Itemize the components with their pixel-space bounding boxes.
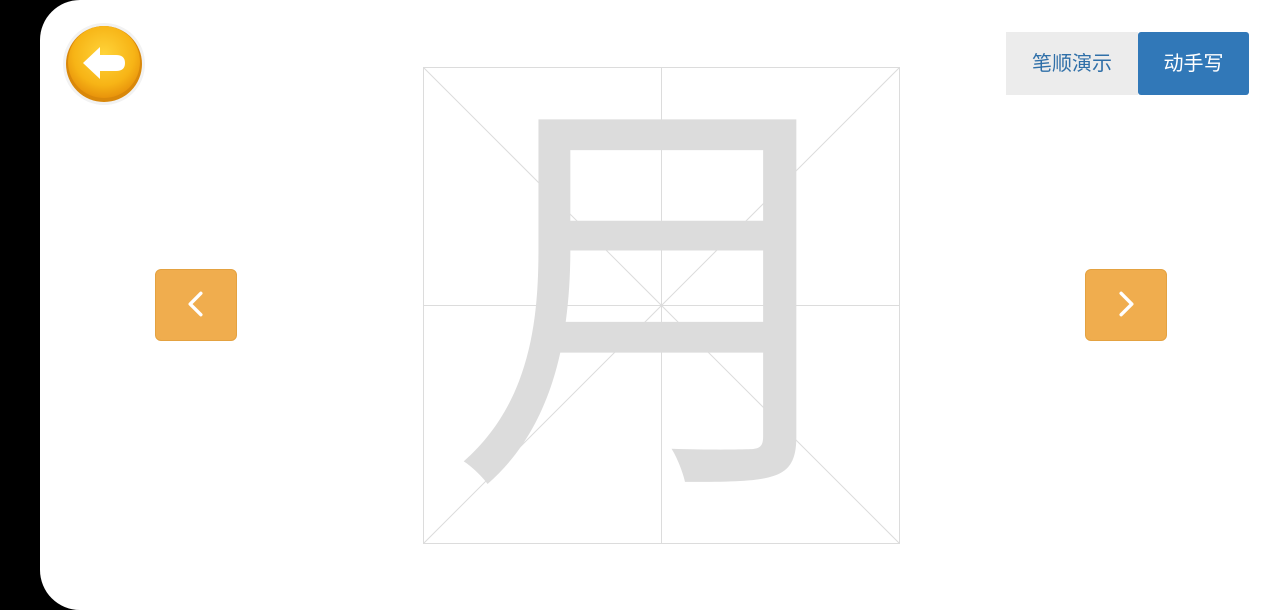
practice-character: 月 [451,61,872,550]
back-arrow-icon [63,23,145,105]
chevron-left-icon [188,291,203,317]
handwrite-button[interactable]: 动手写 [1138,32,1249,95]
previous-character-button[interactable] [155,269,237,341]
stroke-order-demo-button[interactable]: 笔顺演示 [1006,32,1138,95]
chevron-right-icon [1119,291,1134,317]
mode-toggle: 笔顺演示 动手写 [1006,32,1249,95]
back-button[interactable] [62,22,146,106]
writing-grid[interactable]: 月 [423,67,900,544]
app-screen: 笔顺演示 动手写 月 [40,0,1280,610]
next-character-button[interactable] [1085,269,1167,341]
